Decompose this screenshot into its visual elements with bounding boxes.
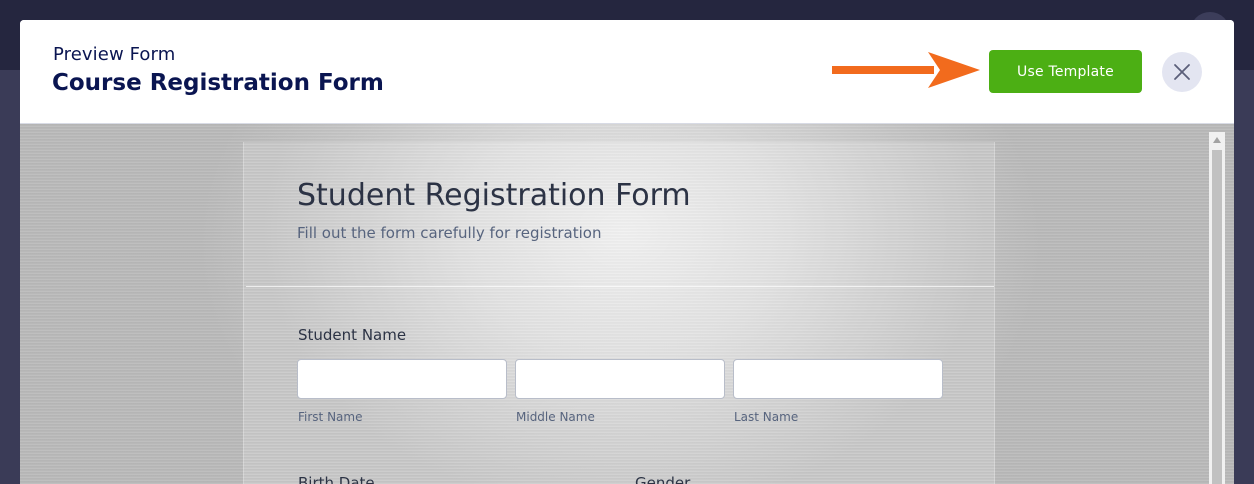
scrollbar[interactable]	[1209, 132, 1225, 484]
modal-title: Course Registration Form	[52, 70, 384, 96]
middle-name-sublabel: Middle Name	[516, 410, 595, 424]
last-name-sublabel: Last Name	[734, 410, 799, 424]
first-name-sublabel: First Name	[298, 410, 363, 424]
form-title: Student Registration Form	[297, 178, 691, 213]
gender-label: Gender	[635, 474, 691, 484]
use-template-button[interactable]: Use Template	[989, 50, 1142, 93]
birth-date-label: Birth Date	[298, 474, 375, 484]
student-name-label: Student Name	[298, 326, 407, 344]
modal-subtitle: Preview Form	[53, 44, 176, 65]
first-name-input[interactable]	[297, 359, 507, 399]
form-card: Student Registration Form Fill out the f…	[243, 142, 995, 484]
scroll-up-button[interactable]	[1209, 132, 1225, 148]
scroll-thumb[interactable]	[1212, 150, 1222, 484]
last-name-input[interactable]	[733, 359, 943, 399]
modal-header: Preview Form Course Registration Form Us…	[20, 20, 1234, 124]
arrow-right-icon	[832, 52, 980, 88]
form-subtitle: Fill out the form carefully for registra…	[297, 224, 602, 242]
form-divider	[246, 286, 994, 287]
preview-modal: Preview Form Course Registration Form Us…	[20, 20, 1234, 484]
middle-name-input[interactable]	[515, 359, 725, 399]
form-preview-area: Student Registration Form Fill out the f…	[20, 124, 1234, 484]
close-button[interactable]	[1162, 52, 1202, 92]
caret-up-icon	[1213, 137, 1221, 143]
close-icon	[1174, 64, 1190, 80]
